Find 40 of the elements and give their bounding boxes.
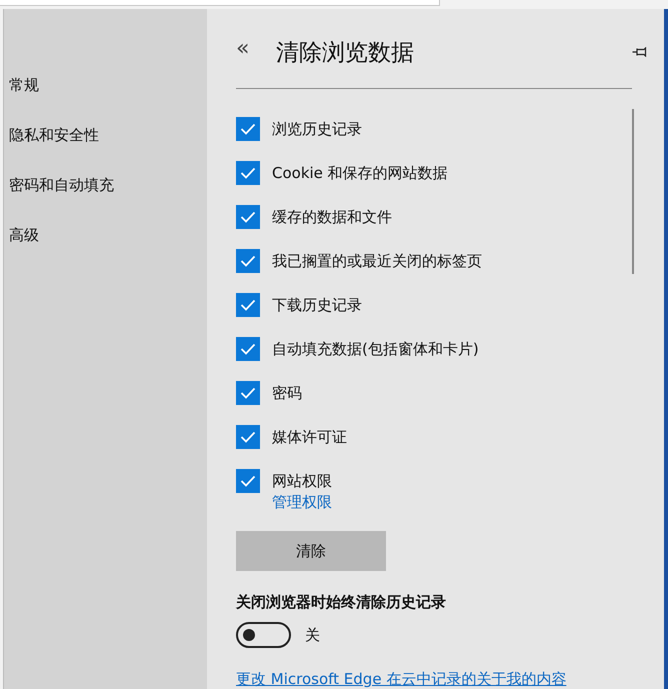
checkmark-icon [240, 299, 256, 311]
checkmark-icon [240, 211, 256, 223]
checkmark-icon [240, 123, 256, 135]
clear-button[interactable]: 清除 [236, 531, 386, 571]
checkbox[interactable] [236, 117, 260, 141]
sidebar-item[interactable]: 常规 [4, 75, 207, 125]
pin-icon[interactable] [632, 47, 648, 57]
checkbox-label[interactable]: Cookie 和保存的网站数据 [272, 164, 448, 182]
checkbox[interactable] [236, 425, 260, 449]
checkbox-label[interactable]: 密码 [272, 384, 302, 402]
manage-permissions-link[interactable]: 管理权限 [272, 493, 632, 512]
back-button[interactable]: « [236, 36, 276, 60]
checkbox[interactable] [236, 293, 260, 317]
checkmark-icon [240, 431, 256, 443]
section-heading: 关闭浏览器时始终清除历史记录 [236, 593, 447, 612]
checkbox[interactable] [236, 161, 260, 185]
checkbox-label[interactable]: 自动填充数据(包括窗体和卡片) [272, 340, 479, 358]
checkbox[interactable] [236, 337, 260, 361]
privacy-link[interactable]: 更改 Microsoft Edge 在云中记录的关于我的内容 [236, 670, 632, 689]
panel-title: 清除浏览数据 [276, 38, 415, 68]
checkbox[interactable] [236, 205, 260, 229]
checkbox-label[interactable]: 网站权限 [272, 472, 332, 490]
checkmark-icon [240, 167, 256, 179]
checkmark-icon [240, 387, 256, 399]
checkbox-label[interactable]: 我已搁置的或最近关闭的标签页 [272, 252, 482, 270]
toggle-switch[interactable] [236, 622, 291, 648]
checkbox-label[interactable]: 下载历史记录 [272, 296, 362, 314]
sidebar-item[interactable]: 密码和自动填充 [4, 175, 207, 225]
checkbox[interactable] [236, 469, 260, 493]
checkmark-icon [240, 475, 256, 487]
checkbox-label[interactable]: 浏览历史记录 [272, 120, 362, 138]
checkbox-label[interactable]: 媒体许可证 [272, 428, 347, 446]
checkbox[interactable] [236, 249, 260, 273]
toggle-state-label: 关 [305, 626, 320, 644]
checkbox[interactable] [236, 381, 260, 405]
checkbox-label[interactable]: 缓存的数据和文件 [272, 208, 392, 226]
checkmark-icon [240, 255, 256, 267]
sidebar-item[interactable]: 高级 [4, 225, 207, 275]
checkmark-icon [240, 343, 256, 355]
sidebar-item[interactable]: 隐私和安全性 [4, 125, 207, 175]
